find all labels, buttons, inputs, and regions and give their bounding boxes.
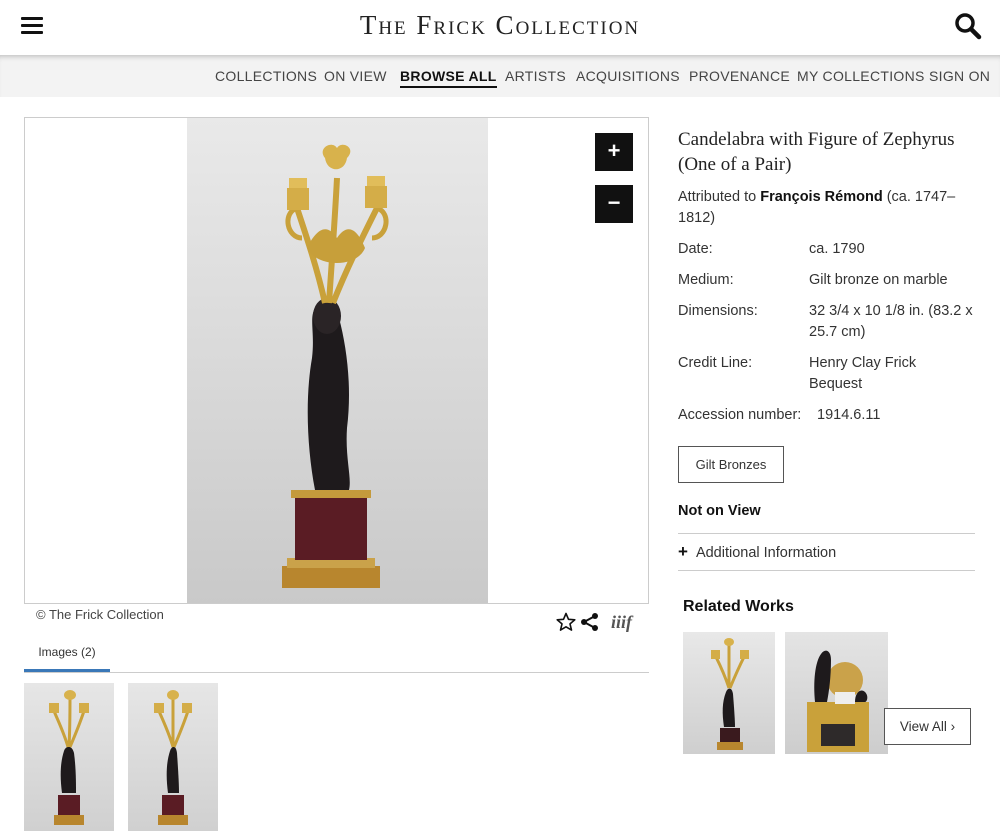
- dimensions-label: Dimensions:: [678, 303, 758, 319]
- medium-value: Gilt bronze on marble: [809, 272, 948, 288]
- nav-on-view[interactable]: ON VIEW: [324, 68, 387, 84]
- nav-provenance[interactable]: PROVENANCE: [689, 68, 790, 84]
- main-navigation: COLLECTIONS ON VIEW BROWSE ALL ARTISTS A…: [0, 55, 1000, 97]
- zoom-out-button[interactable]: −: [595, 185, 633, 223]
- credit-line-label: Credit Line:: [678, 355, 753, 371]
- nav-browse-all[interactable]: BROWSE ALL: [400, 68, 497, 88]
- credit-line-value: Henry Clay Frick Bequest: [809, 355, 917, 392]
- related-works-heading: Related Works: [683, 598, 794, 615]
- image-copyright: © The Frick Collection: [36, 607, 164, 622]
- object-title: Candelabra with Figure of Zephyrus (One …: [678, 129, 955, 175]
- accession-number-value: 1914.6.11: [817, 407, 881, 423]
- nav-sign-on[interactable]: SIGN ON: [929, 68, 990, 84]
- artist-link[interactable]: François Rémond: [760, 189, 882, 205]
- image-viewer[interactable]: + −: [24, 117, 649, 604]
- nav-acquisitions[interactable]: ACQUISITIONS: [576, 68, 680, 84]
- additional-information-toggle[interactable]: + Additional Information: [678, 542, 975, 562]
- date-value: ca. 1790: [809, 241, 865, 257]
- tabs-divider: [24, 672, 649, 673]
- divider: [678, 533, 975, 534]
- search-icon[interactable]: [954, 12, 982, 40]
- plus-icon: +: [678, 542, 688, 561]
- share-icon[interactable]: [580, 612, 600, 632]
- date-label: Date:: [678, 241, 713, 257]
- additional-information-label: Additional Information: [695, 545, 837, 561]
- zoom-in-button[interactable]: +: [595, 133, 633, 171]
- nav-collections[interactable]: COLLECTIONS: [215, 68, 317, 84]
- nav-my-collections[interactable]: MY COLLECTIONS: [797, 68, 925, 84]
- nav-artists[interactable]: ARTISTS: [505, 68, 566, 84]
- image-thumbnail[interactable]: [24, 683, 114, 831]
- divider: [678, 570, 975, 571]
- on-view-status: Not on View: [678, 503, 761, 519]
- related-work-thumbnail[interactable]: [785, 632, 888, 754]
- view-all-button[interactable]: View All ›: [884, 708, 971, 745]
- image-thumbnail[interactable]: [128, 683, 218, 831]
- iiif-icon[interactable]: iiif: [611, 612, 635, 632]
- related-work-thumbnail[interactable]: [683, 632, 775, 754]
- medium-label: Medium:: [678, 272, 734, 288]
- site-header: The Frick Collection: [0, 0, 1000, 55]
- star-icon[interactable]: [556, 612, 576, 632]
- gilt-bronzes-tag[interactable]: Gilt Bronzes: [678, 446, 784, 483]
- artwork-image: [187, 118, 488, 603]
- dimensions-value: 32 3/4 x 10 1/8 in. (83.2 x 25.7 cm): [809, 303, 973, 340]
- tab-images[interactable]: Images (2): [24, 638, 110, 672]
- attribution-prefix: Attributed to: [678, 189, 757, 205]
- attribution: Attributed to François Rémond (ca. 1747–…: [678, 187, 978, 229]
- site-title[interactable]: The Frick Collection: [0, 10, 1000, 41]
- accession-number-label: Accession number:: [678, 407, 802, 423]
